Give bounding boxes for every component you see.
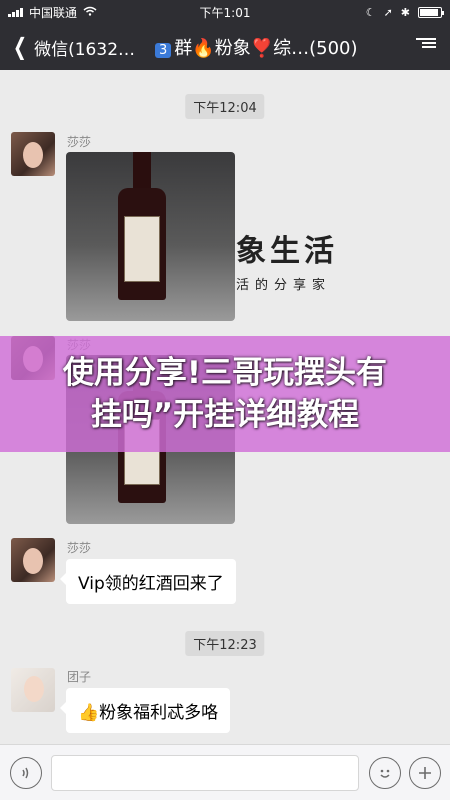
chat-title-text: 群🔥粉象❣️综…(500) (174, 38, 358, 59)
timestamp: 下午12:04 (185, 94, 265, 119)
sender-name: 莎莎 (67, 135, 92, 149)
overlay-line-2: 挂吗”开挂详细教程 (90, 397, 360, 433)
message-input[interactable] (51, 755, 359, 791)
wifi-icon (83, 5, 97, 19)
message-bubble[interactable]: Vip领的红酒回来了 (60, 559, 236, 604)
overlay-line-1: 使用分享!三哥玩摆头有 (62, 355, 388, 391)
message-bubble[interactable]: 👍粉象福利忒多咯 (59, 688, 231, 733)
bluetooth-icon: ✱ (400, 5, 410, 19)
timestamp: 下午12:23 (185, 631, 265, 656)
battery-icon (418, 6, 444, 18)
nav-bar: ❮ 微信(1632… 3 群🔥粉象❣️综…(500) (0, 24, 450, 70)
emoji-icon[interactable] (369, 757, 401, 789)
promo-overlay: 使用分享!三哥玩摆头有 挂吗”开挂详细教程 (0, 336, 450, 452)
battery-fill (420, 8, 438, 16)
wine-photo[interactable] (66, 152, 235, 321)
chevron-left-icon: ❮ (13, 34, 28, 60)
sender-name: 团子 (67, 670, 92, 684)
avatar[interactable] (11, 132, 55, 176)
group-info-icon[interactable] (416, 38, 436, 58)
location-icon: ➚ (383, 5, 393, 19)
chat-title: 3 群🔥粉象❣️综…(500) (155, 34, 395, 60)
wine-bottle (118, 152, 166, 302)
avatar[interactable] (11, 538, 55, 582)
status-left: 中国联通 (8, 4, 366, 21)
moon-icon: ☾ (365, 5, 376, 19)
avatar[interactable] (11, 668, 55, 712)
signal-icon (8, 7, 23, 17)
voice-icon[interactable] (10, 757, 42, 789)
status-bar: 中国联通 下午1:01 ☾ ➚ ✱ (0, 0, 450, 24)
back-button[interactable]: ❮ 微信(1632… (0, 35, 140, 60)
input-bar (0, 744, 450, 800)
carrier-name: 中国联通 (29, 5, 78, 20)
add-icon[interactable] (409, 757, 441, 789)
title-number-badge: 3 (155, 43, 172, 58)
sender-name: 莎莎 (67, 541, 92, 555)
status-right: ☾ ➚ ✱ (365, 5, 444, 19)
back-label: 微信(1632… (34, 39, 136, 60)
